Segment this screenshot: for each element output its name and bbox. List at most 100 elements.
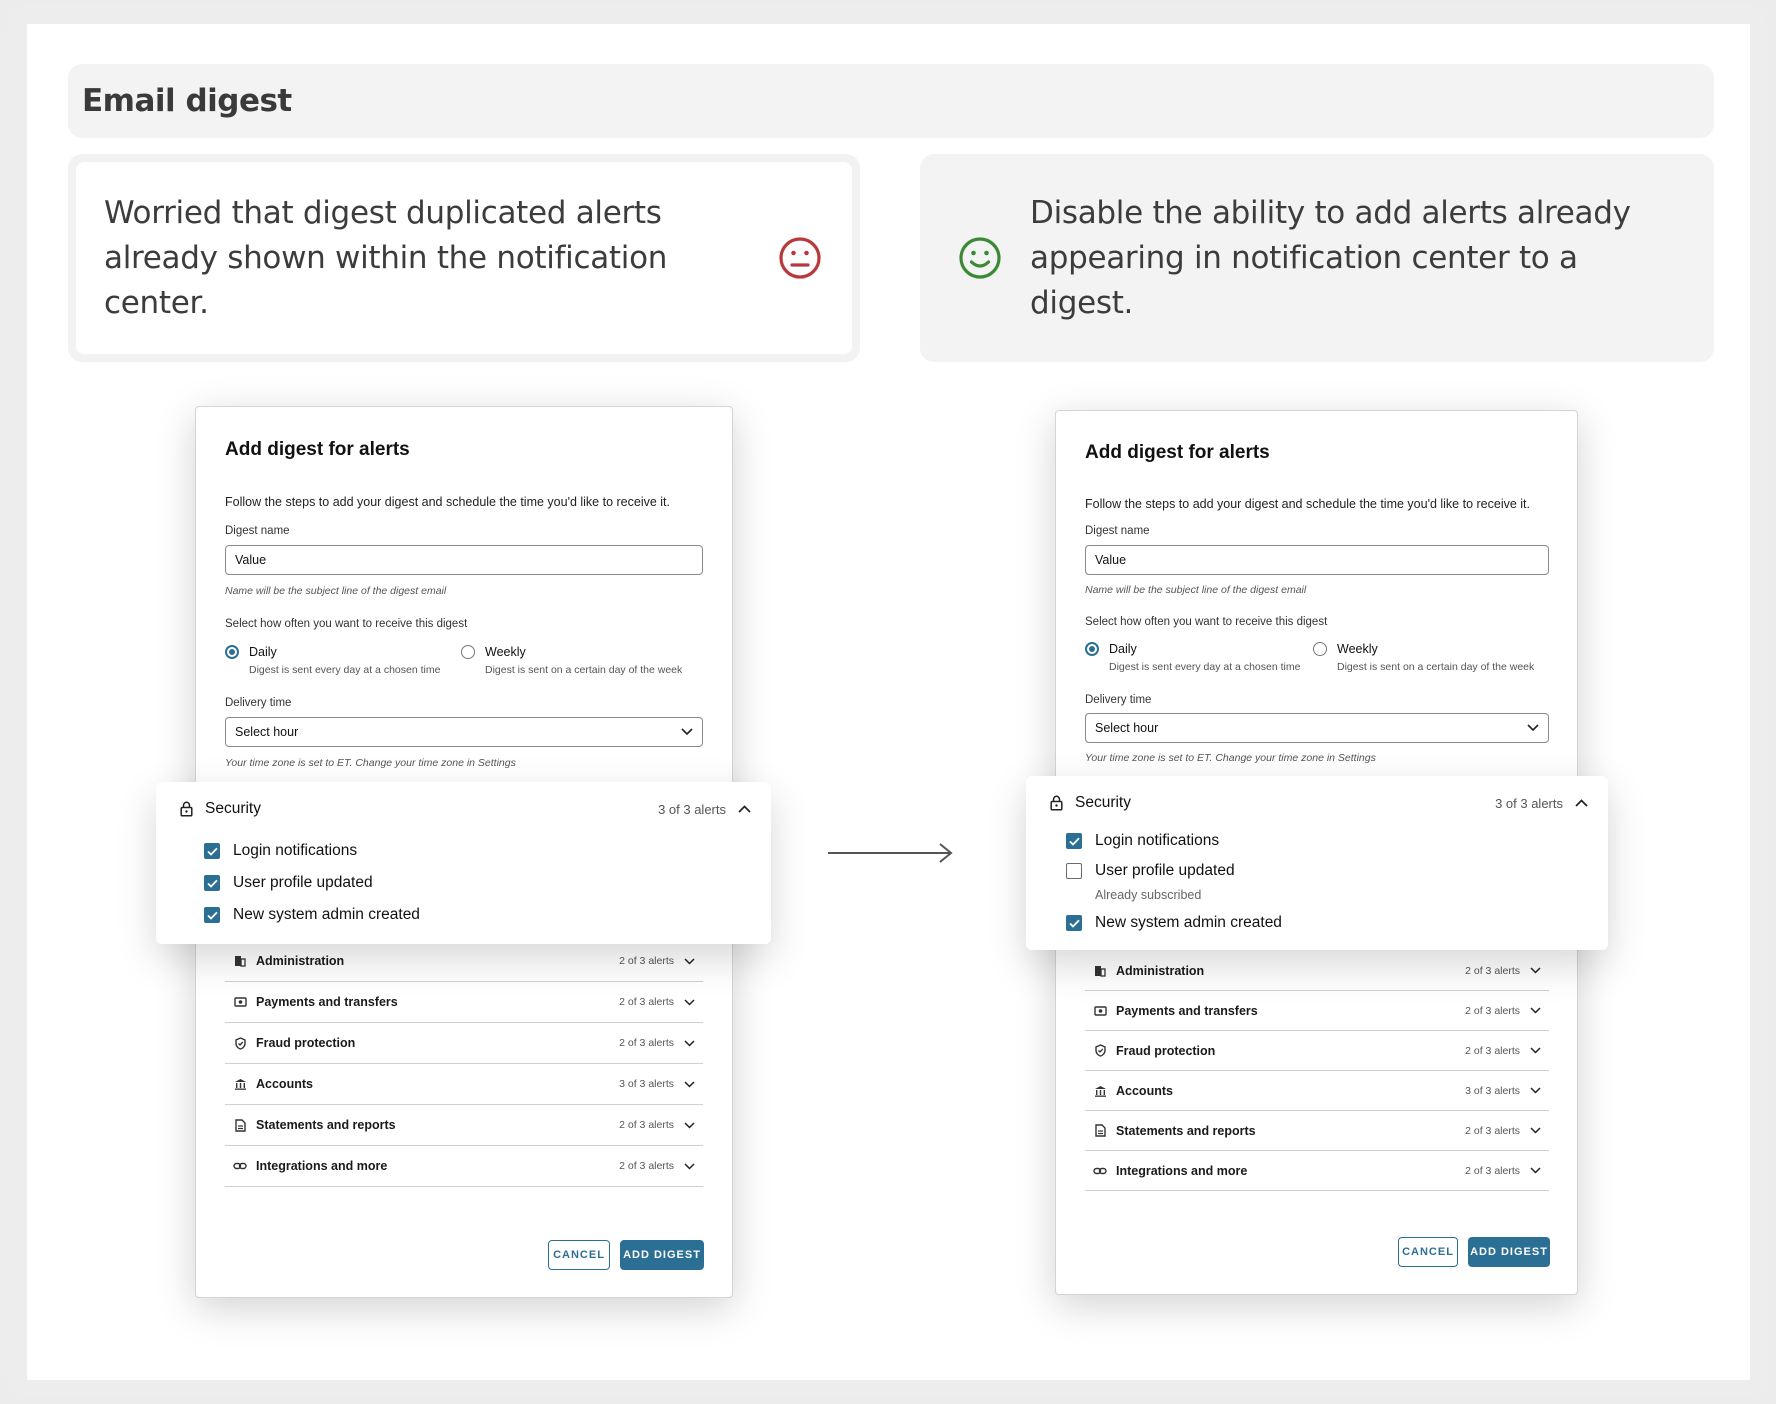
frequency-label: Select how often you want to receive thi…: [225, 618, 468, 630]
lock-icon: [180, 801, 193, 817]
chevron-up-icon[interactable]: [738, 805, 751, 813]
checkbox-checked[interactable]: [204, 875, 220, 891]
cancel-button[interactable]: CANCEL: [1398, 1237, 1458, 1267]
chevron-down-icon: [684, 957, 695, 965]
delivery-time-label: Delivery time: [1085, 694, 1152, 706]
frequency-radio-group: Daily Digest is sent every day at a chos…: [225, 645, 682, 676]
modal-title: Add digest for alerts: [225, 439, 410, 460]
shield-icon: [233, 1036, 247, 1050]
delivery-time-select[interactable]: Select hour: [1085, 713, 1549, 743]
daily-radio[interactable]: [1085, 642, 1099, 656]
problem-text: Worried that digest duplicated alerts al…: [104, 194, 668, 321]
chevron-down-icon: [1530, 1087, 1541, 1094]
chevron-down-icon: [684, 998, 695, 1006]
link-icon: [1093, 1167, 1107, 1175]
alert-login-notifications[interactable]: Login notifications: [204, 842, 357, 860]
alert-new-system-admin[interactable]: New system admin created: [1066, 914, 1282, 932]
solution-text: Disable the ability to add alerts alread…: [1030, 194, 1631, 321]
chevron-down-icon: [684, 1080, 695, 1088]
neutral-face-icon: [779, 237, 821, 279]
chevron-down-icon: [681, 728, 693, 736]
page-title: Email digest: [82, 83, 292, 119]
digest-name-help: Name will be the subject line of the dig…: [1085, 584, 1307, 596]
category-payments[interactable]: Payments and transfers 2 of 3 alerts: [225, 982, 703, 1023]
category-payments[interactable]: Payments and transfers 2 of 3 alerts: [1085, 991, 1549, 1031]
chevron-down-icon: [1530, 967, 1541, 974]
problem-card: Worried that digest duplicated alerts al…: [68, 154, 860, 362]
category-fraud[interactable]: Fraud protection 2 of 3 alerts: [1085, 1031, 1549, 1071]
category-statements[interactable]: Statements and reports 2 of 3 alerts: [225, 1105, 703, 1146]
chevron-down-icon: [1527, 724, 1539, 732]
checkbox-checked[interactable]: [204, 907, 220, 923]
category-list: Administration 2 of 3 alerts Payments an…: [1085, 951, 1549, 1191]
chevron-up-icon[interactable]: [1575, 799, 1588, 807]
category-list: Administration 2 of 3 alerts Payments an…: [225, 941, 703, 1187]
frequency-radio-group: Daily Digest is sent every day at a chos…: [1085, 642, 1534, 673]
digest-name-help: Name will be the subject line of the dig…: [225, 585, 447, 597]
link-icon: [233, 1162, 247, 1170]
security-header[interactable]: Security 3 of 3 alerts: [180, 796, 751, 822]
solution-card: Disable the ability to add alerts alread…: [920, 154, 1714, 362]
daily-option[interactable]: Daily Digest is sent every day at a chos…: [225, 645, 461, 676]
checkbox-checked[interactable]: [204, 843, 220, 859]
category-integrations[interactable]: Integrations and more 2 of 3 alerts: [225, 1146, 703, 1187]
chevron-down-icon: [1530, 1167, 1541, 1174]
building-icon: [233, 955, 247, 967]
category-administration[interactable]: Administration 2 of 3 alerts: [225, 941, 703, 982]
chevron-down-icon: [1530, 1047, 1541, 1054]
timezone-help: Your time zone is set to ET. Change your…: [225, 757, 516, 769]
daily-radio[interactable]: [225, 645, 239, 659]
digest-name-input[interactable]: Value: [225, 545, 703, 575]
lock-icon: [1050, 795, 1063, 811]
arrow-right-icon: [828, 843, 953, 863]
weekly-radio[interactable]: [1313, 642, 1327, 656]
add-digest-button[interactable]: ADD DIGEST: [1468, 1237, 1550, 1267]
weekly-option[interactable]: Weekly Digest is sent on a certain day o…: [1313, 642, 1534, 673]
chevron-down-icon: [1530, 1127, 1541, 1134]
shield-icon: [1093, 1044, 1107, 1057]
already-subscribed-note: Already subscribed: [1095, 888, 1202, 902]
alert-new-system-admin[interactable]: New system admin created: [204, 906, 420, 924]
alert-user-profile-updated[interactable]: User profile updated: [204, 874, 373, 892]
smile-face-icon: [959, 237, 1001, 279]
security-panel-before: Security 3 of 3 alerts Login notificatio…: [156, 782, 771, 944]
building-icon: [1093, 965, 1107, 977]
daily-option[interactable]: Daily Digest is sent every day at a chos…: [1085, 642, 1313, 673]
security-panel-after: Security 3 of 3 alerts Login notificatio…: [1026, 776, 1608, 950]
checkbox-checked[interactable]: [1066, 833, 1082, 849]
digest-name-label: Digest name: [225, 525, 290, 537]
money-icon: [233, 997, 247, 1007]
chevron-down-icon: [1530, 1007, 1541, 1014]
money-icon: [1093, 1005, 1107, 1016]
weekly-option[interactable]: Weekly Digest is sent on a certain day o…: [461, 645, 682, 676]
alert-user-profile-updated[interactable]: User profile updated: [1066, 862, 1235, 880]
modal-actions: CANCEL ADD DIGEST: [548, 1240, 704, 1270]
chevron-down-icon: [684, 1039, 695, 1047]
frequency-label: Select how often you want to receive thi…: [1085, 616, 1328, 628]
category-fraud[interactable]: Fraud protection 2 of 3 alerts: [225, 1023, 703, 1064]
category-statements[interactable]: Statements and reports 2 of 3 alerts: [1085, 1111, 1549, 1151]
digest-name-input[interactable]: Value: [1085, 545, 1549, 575]
chevron-down-icon: [684, 1162, 695, 1170]
modal-actions: CANCEL ADD DIGEST: [1398, 1237, 1550, 1267]
weekly-radio[interactable]: [461, 645, 475, 659]
chevron-down-icon: [684, 1121, 695, 1129]
delivery-time-select[interactable]: Select hour: [225, 717, 703, 747]
bank-icon: [1093, 1085, 1107, 1097]
category-integrations[interactable]: Integrations and more 2 of 3 alerts: [1085, 1151, 1549, 1191]
delivery-time-label: Delivery time: [225, 697, 292, 709]
checkbox-checked[interactable]: [1066, 915, 1082, 931]
alert-login-notifications[interactable]: Login notifications: [1066, 832, 1219, 850]
category-accounts[interactable]: Accounts 3 of 3 alerts: [225, 1064, 703, 1105]
category-administration[interactable]: Administration 2 of 3 alerts: [1085, 951, 1549, 991]
timezone-help: Your time zone is set to ET. Change your…: [1085, 752, 1376, 764]
security-header[interactable]: Security 3 of 3 alerts: [1050, 790, 1588, 816]
category-accounts[interactable]: Accounts 3 of 3 alerts: [1085, 1071, 1549, 1111]
modal-description: Follow the steps to add your digest and …: [225, 495, 670, 509]
digest-name-label: Digest name: [1085, 525, 1150, 537]
document-icon: [233, 1118, 247, 1132]
cancel-button[interactable]: CANCEL: [548, 1240, 610, 1270]
add-digest-button[interactable]: ADD DIGEST: [620, 1240, 704, 1270]
checkbox-unchecked[interactable]: [1066, 863, 1082, 879]
header-bar: Email digest: [68, 64, 1714, 138]
